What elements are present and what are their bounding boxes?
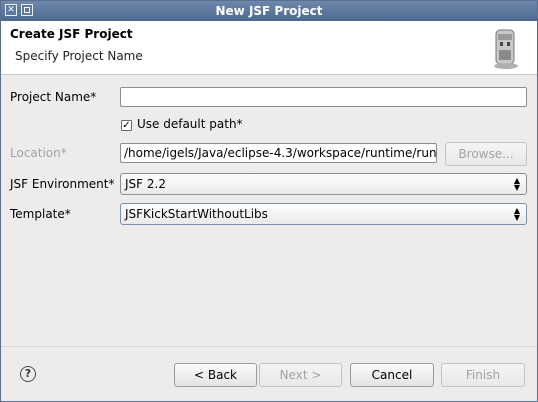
footer-divider xyxy=(1,346,537,347)
use-default-path-label: Use default path* xyxy=(137,117,243,131)
page-subtitle: Specify Project Name xyxy=(15,49,143,63)
back-button[interactable]: < Back xyxy=(174,363,257,387)
page-title: Create JSF Project xyxy=(10,27,133,41)
help-icon[interactable]: ? xyxy=(20,366,36,382)
template-value: JSFKickStartWithoutLibs xyxy=(125,207,268,221)
wizard-logo-icon xyxy=(494,29,518,69)
use-default-path-checkbox[interactable]: ✓ xyxy=(121,120,132,131)
next-button[interactable]: Next > xyxy=(259,363,342,387)
jsf-environment-value: JSF 2.2 xyxy=(125,177,166,191)
browse-button[interactable]: Browse... xyxy=(445,142,527,166)
jsf-environment-label: JSF Environment* xyxy=(10,177,115,191)
updown-chevron-icon: ▲ ▼ xyxy=(513,176,521,192)
dialog-window: ✕ New JSF Project Create JSF Project Spe… xyxy=(0,0,538,402)
title-bar: ✕ New JSF Project xyxy=(1,1,537,21)
updown-chevron-icon: ▲ ▼ xyxy=(513,206,521,222)
template-select[interactable]: JSFKickStartWithoutLibs ▲ ▼ xyxy=(120,203,527,225)
window-title: New JSF Project xyxy=(215,4,323,18)
project-name-input[interactable] xyxy=(120,87,527,107)
jsf-environment-select[interactable]: JSF 2.2 ▲ ▼ xyxy=(120,173,527,195)
finish-button[interactable]: Finish xyxy=(441,363,525,387)
project-name-label: Project Name* xyxy=(10,90,97,104)
location-input[interactable]: /home/igels/Java/eclipse-4.3/workspace/r… xyxy=(120,143,437,163)
cancel-button[interactable]: Cancel xyxy=(350,363,434,387)
location-label: Location* xyxy=(10,146,67,160)
template-label: Template* xyxy=(10,207,71,221)
wizard-banner: Create JSF Project Specify Project Name xyxy=(1,21,537,75)
